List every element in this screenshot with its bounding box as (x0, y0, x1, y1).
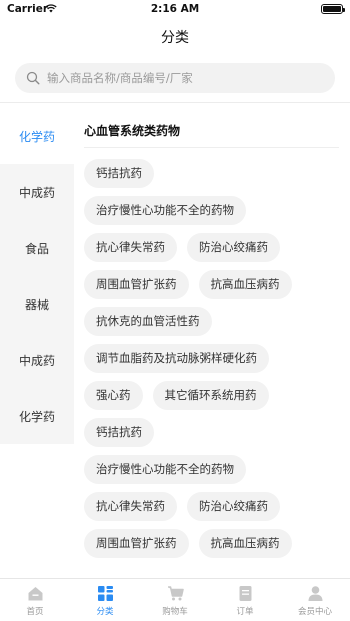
subcategory-tag[interactable]: 调节血脂药及抗动脉粥样硬化药 (84, 344, 269, 373)
sidebar-item-chinese-patent-medicine[interactable]: 中成药 (0, 164, 74, 220)
search-input[interactable]: 输入商品名称/商品编号/厂家 (47, 70, 193, 86)
battery-icon (321, 4, 345, 14)
home-icon (28, 587, 42, 601)
search-icon (26, 71, 40, 85)
subcategory-tag[interactable]: 钙拮抗药 (84, 418, 154, 447)
subcategory-tag[interactable]: 治疗慢性心功能不全的药物 (84, 196, 246, 225)
subcategory-tag[interactable]: 强心药 (84, 381, 143, 410)
tab-category-label: 分类 (96, 607, 114, 617)
subcategory-tag[interactable]: 抗心律失常药 (84, 233, 177, 262)
tab-cart[interactable]: 购物车 (140, 579, 210, 621)
category-sidebar: 化学药 中成药 食品 器械 中成药 化学药 (0, 108, 74, 444)
subcategory-list: 钙拮抗药 治疗慢性心功能不全的药物 抗心律失常药 防治心绞痛药 周围血管扩张药 抗高… (84, 159, 346, 566)
tab-orders-label: 订单 (236, 607, 254, 617)
subcategory-tag[interactable]: 抗高血压病药 (198, 529, 292, 558)
subcategory-tag[interactable]: 钙拮抗药 (84, 159, 154, 188)
category-title: 心血管系统类药物 (84, 124, 181, 138)
subcategory-tag[interactable]: 周围血管扩张药 (84, 529, 189, 558)
sidebar-item-chemical-drugs-2[interactable]: 化学药 (0, 388, 74, 444)
sidebar-item-chinese-patent-medicine-2[interactable]: 中成药 (0, 332, 74, 388)
status-bar: Carrier 2:16 AM (0, 0, 350, 20)
app-screen: Carrier 2:16 AM 分类 输入商品名称/商品编号/厂家 化学药 中成… (0, 0, 350, 621)
subcategory-tag[interactable]: 其它循环系统用药 (152, 381, 269, 410)
subcategory-tag[interactable]: 抗休克的血管活性药 (84, 307, 212, 336)
page-title: 分类 (161, 30, 189, 46)
sidebar-item-equipment[interactable]: 器械 (0, 276, 74, 332)
search-bar[interactable]: 输入商品名称/商品编号/厂家 (15, 63, 335, 93)
tab-orders[interactable]: 订单 (210, 579, 280, 621)
tab-home-label: 首页 (26, 607, 44, 617)
subcategory-tag[interactable]: 抗高血压病药 (198, 270, 292, 299)
subcategory-tag[interactable]: 抗心律失常药 (84, 492, 177, 521)
subcategory-tag[interactable]: 治疗慢性心功能不全的药物 (84, 455, 246, 484)
tab-member-center[interactable]: 会员中心 (280, 579, 350, 621)
clock: 2:16 AM (150, 3, 200, 15)
category-icon (97, 586, 113, 601)
cart-icon (167, 586, 184, 601)
subcategory-tag[interactable]: 防治心绞痛药 (187, 492, 280, 521)
subcategory-tag[interactable]: 周围血管扩张药 (84, 270, 189, 299)
tab-home[interactable]: 首页 (0, 579, 70, 621)
category-divider (84, 147, 339, 148)
sidebar-item-food[interactable]: 食品 (0, 220, 74, 276)
category-content: 心血管系统类药物 钙拮抗药 治疗慢性心功能不全的药物 抗心律失常药 防治心绞痛药 … (74, 108, 350, 578)
sidebar-item-chemical-drugs[interactable]: 化学药 (0, 108, 74, 164)
subcategory-tag[interactable]: 防治心绞痛药 (187, 233, 280, 262)
order-icon (239, 586, 251, 601)
tab-member-center-label: 会员中心 (297, 607, 332, 617)
tab-bar: 首页 分类 购物车 订单 会员中心 (0, 578, 350, 621)
tab-category[interactable]: 分类 (70, 579, 140, 621)
header-divider (0, 102, 350, 103)
tab-cart-label: 购物车 (162, 607, 188, 617)
user-icon (308, 586, 322, 601)
